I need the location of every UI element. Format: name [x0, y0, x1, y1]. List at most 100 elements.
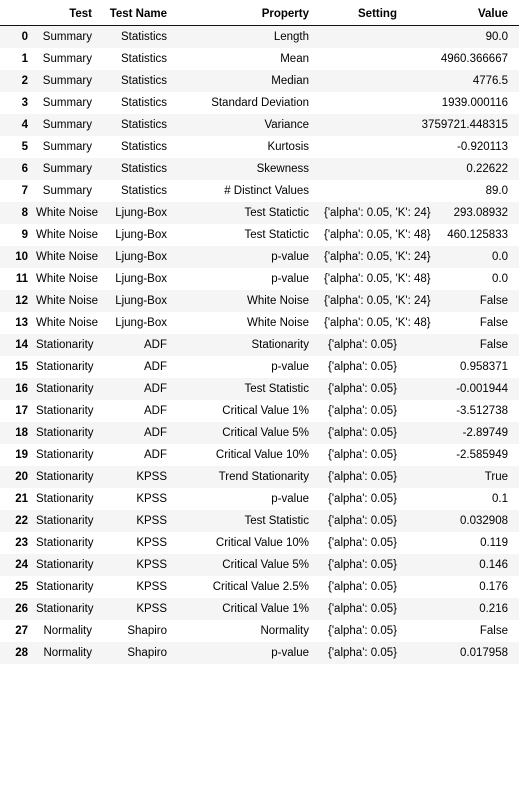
table-row: 18 Stationarity ADF Critical Value 5% {'alph… [0, 422, 519, 444]
cell-test: Summary [42, 141, 92, 153]
results-table: Test Test Name Property Setting Value 0 S… [0, 5, 519, 664]
cell-value: 0.032908 [460, 515, 508, 527]
cell-test: Stationarity [36, 339, 94, 351]
cell-property: Critical Value 5% [222, 559, 309, 571]
row-index: 17 [15, 405, 28, 417]
row-index: 28 [15, 647, 28, 659]
table-row: 2 Summary Statistics Median 4776.5 [0, 70, 519, 92]
cell-property: p-value [271, 273, 309, 285]
cell-setting: {'alpha': 0.05} [328, 625, 397, 637]
row-index: 1 [21, 53, 28, 65]
cell-setting: {'alpha': 0.05} [328, 515, 397, 527]
cell-test: Stationarity [36, 405, 94, 417]
cell-test-name: Ljung-Box [115, 273, 167, 285]
cell-test: Summary [42, 75, 92, 87]
cell-value: True [484, 471, 508, 483]
cell-test-name: ADF [144, 427, 167, 439]
cell-test: Stationarity [36, 581, 94, 593]
row-index: 26 [15, 603, 28, 615]
cell-setting: {'alpha': 0.05} [328, 559, 397, 571]
cell-test: Summary [42, 185, 92, 197]
cell-test-name: Ljung-Box [115, 251, 167, 263]
cell-test: Stationarity [36, 537, 94, 549]
cell-setting: {'alpha': 0.05, 'K': 24} [324, 207, 431, 219]
cell-setting: {'alpha': 0.05} [328, 471, 397, 483]
cell-value: -0.920113 [457, 141, 508, 153]
cell-test-name: ADF [144, 405, 167, 417]
table-row: 23 Stationarity KPSS Critical Value 10% {'al… [0, 532, 519, 554]
row-index: 20 [15, 471, 28, 483]
row-index: 24 [15, 559, 28, 571]
cell-setting: {'alpha': 0.05} [328, 603, 397, 615]
table-row: 15 Stationarity ADF p-value {'alpha': 0.05} 0… [0, 356, 519, 378]
cell-property: p-value [271, 361, 309, 373]
table-row: 17 Stationarity ADF Critical Value 1% {'alph… [0, 400, 519, 422]
cell-property: Variance [264, 119, 309, 131]
cell-value: False [479, 339, 508, 351]
table-row: 16 Stationarity ADF Test Statistic {'alpha':… [0, 378, 519, 400]
table-row: 26 Stationarity KPSS Critical Value 1% {'alp… [0, 598, 519, 620]
cell-property: White Noise [247, 317, 309, 329]
cell-test-name: KPSS [136, 581, 167, 593]
cell-property: Standard Deviation [211, 97, 309, 109]
row-index: 14 [15, 339, 28, 351]
cell-test-name: ADF [144, 339, 167, 351]
cell-test-name: Statistics [120, 97, 167, 109]
cell-value: 4776.5 [472, 75, 508, 87]
cell-setting [320, 26, 408, 49]
cell-property: Test Statistic [244, 515, 309, 527]
cell-property: Critical Value 2.5% [212, 581, 309, 593]
cell-test-name: Shapiro [127, 647, 167, 659]
cell-test-name: ADF [144, 361, 167, 373]
cell-test: Summary [42, 119, 92, 131]
row-index: 18 [15, 427, 28, 439]
table-row: 27 Normality Shapiro Normality {'alpha': 0.0… [0, 620, 519, 642]
cell-property: p-value [271, 493, 309, 505]
table-row: 0 Summary Statistics Length 90.0 [0, 25, 519, 49]
table-row: 10 White Noise Ljung-Box p-value {'alpha': 0… [0, 246, 519, 268]
row-index: 22 [15, 515, 28, 527]
cell-value: -3.512738 [456, 405, 508, 417]
cell-property: Critical Value 5% [222, 427, 309, 439]
cell-test-name: Statistics [120, 119, 167, 131]
cell-test-name: KPSS [136, 471, 167, 483]
cell-setting: {'alpha': 0.05} [328, 339, 397, 351]
cell-property: White Noise [247, 295, 309, 307]
cell-test-name: Ljung-Box [115, 317, 167, 329]
cell-value: 3759721.448315 [421, 119, 508, 131]
cell-test: Summary [42, 31, 92, 43]
table-row: 4 Summary Statistics Variance 3759721.448315 [0, 114, 519, 136]
row-index: 21 [15, 493, 28, 505]
cell-setting: {'alpha': 0.05} [328, 493, 397, 505]
table-row: 5 Summary Statistics Kurtosis -0.920113 [0, 136, 519, 158]
cell-value: 0.017958 [460, 647, 508, 659]
table-row: 8 White Noise Ljung-Box Test Statictic {'alp… [0, 202, 519, 224]
cell-test-name: Statistics [120, 163, 167, 175]
cell-property: Trend Stationarity [218, 471, 309, 483]
cell-test-name: KPSS [136, 537, 167, 549]
row-index: 10 [15, 251, 28, 263]
table-row: 25 Stationarity KPSS Critical Value 2.5% {'a… [0, 576, 519, 598]
cell-test: White Noise [36, 207, 98, 219]
cell-setting [320, 48, 408, 70]
cell-test-name: Statistics [120, 53, 167, 65]
cell-property: # Distinct Values [224, 185, 309, 197]
cell-value: False [479, 625, 508, 637]
cell-property: Test Statistic [244, 383, 309, 395]
row-index: 8 [21, 207, 28, 219]
cell-property: Mean [280, 53, 309, 65]
row-index: 13 [15, 317, 28, 329]
table-body: 0 Summary Statistics Length 90.0 1 Summary Stat… [0, 25, 519, 664]
column-header-value: Value [408, 5, 519, 26]
cell-setting: {'alpha': 0.05, 'K': 24} [324, 295, 431, 307]
cell-test: Summary [42, 53, 92, 65]
cell-test: Stationarity [36, 383, 94, 395]
cell-test: Normality [43, 625, 92, 637]
table-row: 20 Stationarity KPSS Trend Stationarity {'al… [0, 466, 519, 488]
cell-setting: {'alpha': 0.05} [328, 537, 397, 549]
cell-value: -2.89749 [462, 427, 508, 439]
cell-property: Skewness [256, 163, 309, 175]
cell-test-name: Statistics [120, 185, 167, 197]
cell-value: 0.176 [479, 581, 508, 593]
table-row: 19 Stationarity ADF Critical Value 10% {'alp… [0, 444, 519, 466]
